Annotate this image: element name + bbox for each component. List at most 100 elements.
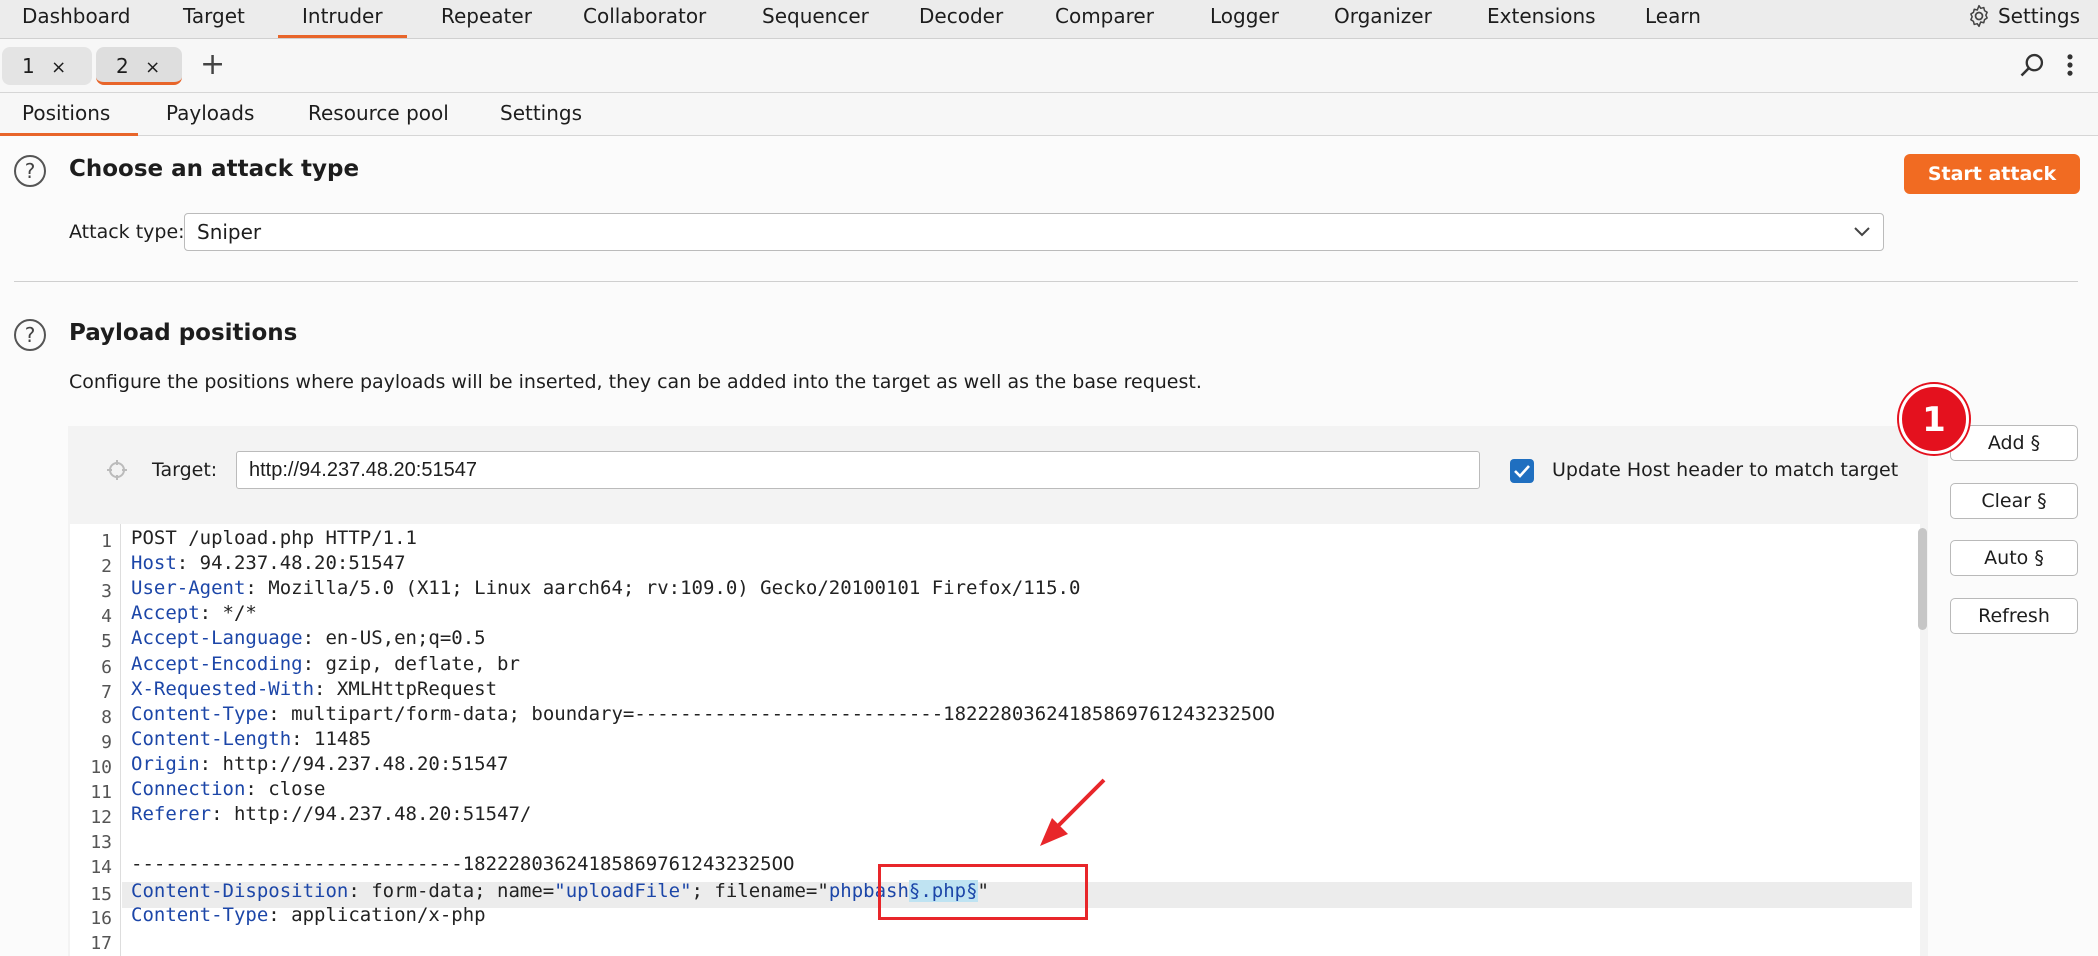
- line-number: 9: [101, 731, 112, 753]
- attack-type-heading: Choose an attack type: [69, 156, 360, 182]
- code-line[interactable]: Content-Length: 11485: [131, 728, 371, 750]
- code-line[interactable]: POST /upload.php HTTP/1.1: [131, 527, 417, 549]
- auto-markers-button[interactable]: Auto §: [1950, 540, 2078, 576]
- code-line[interactable]: User-Agent: Mozilla/5.0 (X11; Linux aarc…: [131, 577, 1080, 599]
- line-number: 5: [101, 631, 112, 653]
- tab-label: 1: [22, 54, 35, 78]
- tab-payloads[interactable]: Payloads: [166, 93, 254, 135]
- tab-label: 2: [116, 54, 129, 78]
- header-key: Accept: [131, 602, 200, 625]
- line-number: 4: [101, 606, 112, 628]
- section-divider: [14, 281, 2078, 282]
- line-number: 2: [101, 556, 112, 578]
- code-line[interactable]: Referer: http://94.237.48.20:51547/: [131, 803, 531, 825]
- line-number: 12: [90, 807, 112, 829]
- highlight-box-annotation: [878, 864, 1088, 920]
- menu-collaborator[interactable]: Collaborator: [583, 0, 706, 38]
- code-line[interactable]: Content-Type: application/x-php: [131, 904, 486, 926]
- menu-repeater[interactable]: Repeater: [441, 0, 532, 38]
- add-marker-button[interactable]: Add §: [1950, 425, 2078, 461]
- header-key: Content-Disposition: [131, 880, 349, 902]
- menu-intruder[interactable]: Intruder: [278, 0, 406, 38]
- top-menu-bar: Dashboard Target Intruder Repeater Colla…: [0, 0, 2098, 39]
- target-url-input[interactable]: http://94.237.48.20:51547: [236, 451, 1480, 489]
- header-key: User-Agent: [131, 577, 246, 600]
- header-key: Origin: [131, 752, 200, 775]
- menu-logger[interactable]: Logger: [1210, 0, 1279, 38]
- code-line[interactable]: Content-Type: multipart/form-data; bound…: [131, 703, 1275, 725]
- code-line[interactable]: Host: 94.237.48.20:51547: [131, 552, 406, 574]
- request-tab-1[interactable]: 1 ×: [2, 47, 92, 85]
- settings-button[interactable]: Settings: [1966, 0, 2080, 38]
- target-label: Target:: [152, 459, 218, 481]
- help-icon[interactable]: ?: [14, 155, 46, 187]
- step-badge-annotation: 1: [1899, 384, 1969, 454]
- code-line[interactable]: X-Requested-With: XMLHttpRequest: [131, 678, 497, 700]
- line-number: 17: [90, 932, 112, 954]
- tab-settings[interactable]: Settings: [500, 93, 582, 135]
- tab-resource-pool[interactable]: Resource pool: [308, 93, 449, 135]
- line-number: 8: [101, 706, 112, 728]
- tab-positions[interactable]: Positions: [0, 93, 139, 136]
- menu-organizer[interactable]: Organizer: [1334, 0, 1432, 38]
- header-key: Accept-Encoding: [131, 652, 303, 675]
- header-key: Accept-Language: [131, 627, 303, 650]
- add-tab-icon[interactable]: +: [200, 47, 225, 83]
- code-text: : gzip, deflate, br: [302, 652, 520, 675]
- header-key: X-Requested-With: [131, 677, 315, 700]
- quote: ": [817, 880, 829, 902]
- code-line[interactable]: Origin: http://94.237.48.20:51547: [131, 753, 509, 775]
- menu-comparer[interactable]: Comparer: [1055, 0, 1154, 38]
- close-icon[interactable]: ×: [145, 57, 160, 78]
- checkmark-icon: [1514, 465, 1530, 478]
- header-key: Host: [131, 552, 177, 575]
- more-options-icon[interactable]: [2064, 51, 2076, 79]
- code-text: : close: [245, 778, 326, 800]
- menu-learn[interactable]: Learn: [1645, 0, 1701, 38]
- line-number: 10: [90, 756, 112, 778]
- code-line[interactable]: Accept: */*: [131, 602, 257, 624]
- refresh-button[interactable]: Refresh: [1950, 598, 2078, 634]
- code-text: : 11485: [291, 727, 372, 750]
- intruder-sub-tabs: Positions Payloads Resource pool Setting…: [0, 93, 2098, 136]
- menu-target[interactable]: Target: [183, 0, 245, 38]
- code-text: -----------------------------18222803624…: [131, 853, 795, 876]
- update-host-checkbox[interactable]: [1510, 459, 1534, 483]
- code-text: : */*: [199, 602, 257, 625]
- code-line[interactable]: Accept-Encoding: gzip, deflate, br: [131, 653, 520, 675]
- line-number: 13: [90, 832, 112, 854]
- code-text: : en-US,en;q=0.5: [302, 627, 486, 650]
- start-attack-button[interactable]: Start attack: [1904, 154, 2080, 194]
- line-number: 7: [101, 681, 112, 703]
- clear-markers-button[interactable]: Clear §: [1950, 483, 2078, 519]
- header-key: Content-Type: [131, 702, 269, 725]
- search-icon[interactable]: [2018, 51, 2046, 79]
- field-name-value: "uploadFile": [554, 880, 692, 902]
- code-text: : multipart/form-data; boundary=--------…: [268, 702, 1275, 725]
- line-number: 11: [90, 782, 112, 803]
- request-tab-2[interactable]: 2 ×: [96, 47, 182, 85]
- code-text: POST /upload.php HTTP/1.1: [131, 527, 417, 549]
- code-line[interactable]: Connection: close: [131, 778, 325, 800]
- editor-scrollbar[interactable]: [1918, 528, 1927, 630]
- menu-extensions[interactable]: Extensions: [1487, 0, 1596, 38]
- code-text: : Mozilla/5.0 (X11; Linux aarch64; rv:10…: [245, 577, 1081, 600]
- help-icon[interactable]: ?: [14, 319, 46, 351]
- payload-positions-heading: Payload positions: [69, 320, 298, 346]
- header-key: Referer: [131, 803, 212, 826]
- line-number: 16: [90, 907, 112, 929]
- code-text: : XMLHttpRequest: [314, 677, 498, 700]
- code-line-15[interactable]: Content-Disposition: form-data; name="up…: [131, 880, 989, 902]
- gear-icon: [1970, 4, 1988, 28]
- chevron-down-icon: [1854, 227, 1870, 237]
- code-line[interactable]: -----------------------------18222803624…: [131, 853, 794, 875]
- crosshair-icon: [107, 460, 127, 480]
- line-number: 6: [101, 656, 112, 678]
- menu-sequencer[interactable]: Sequencer: [762, 0, 869, 38]
- code-text: : 94.237.48.20:51547: [176, 552, 406, 575]
- code-line[interactable]: Accept-Language: en-US,en;q=0.5: [131, 627, 486, 649]
- close-icon[interactable]: ×: [51, 57, 66, 78]
- menu-decoder[interactable]: Decoder: [919, 0, 1003, 38]
- attack-type-select[interactable]: Sniper: [184, 213, 1884, 251]
- menu-dashboard[interactable]: Dashboard: [22, 0, 131, 38]
